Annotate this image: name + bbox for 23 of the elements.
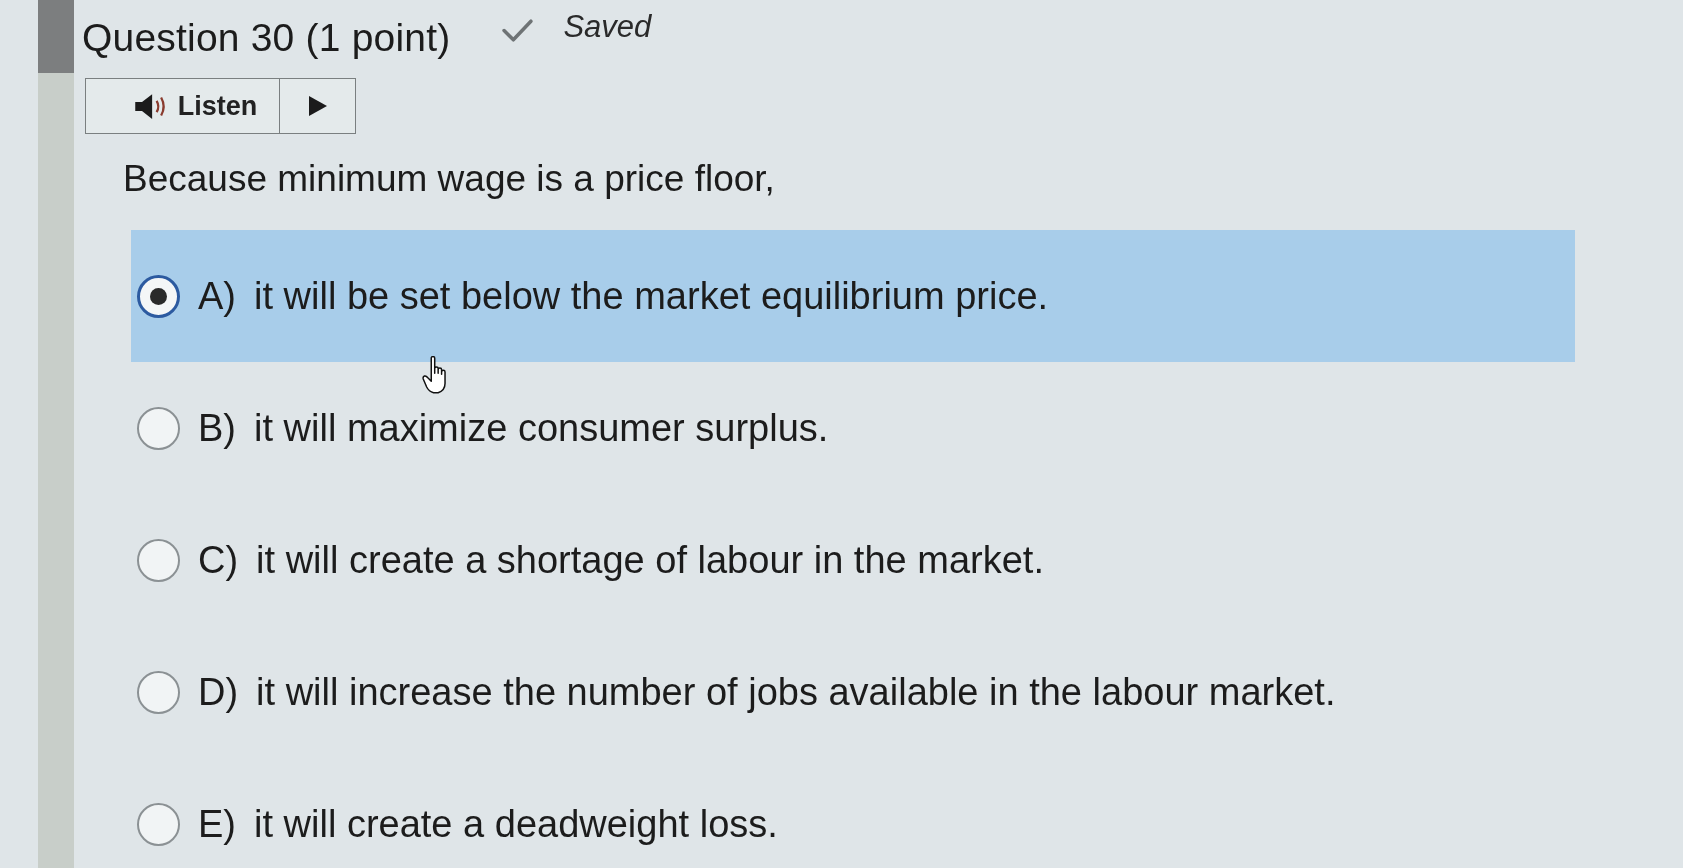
option-text[interactable]: it will create a deadweight loss. <box>254 802 778 846</box>
question-text: Because minimum wage is a price floor, <box>123 157 775 201</box>
option-letter: B) <box>198 406 236 450</box>
option-text[interactable]: it will increase the number of jobs available in the labour market. <box>256 670 1336 714</box>
option-letter: D) <box>198 670 239 714</box>
radio-button[interactable] <box>137 538 180 582</box>
radio-button[interactable] <box>137 670 180 714</box>
check-icon <box>502 17 534 43</box>
radio-button[interactable] <box>137 406 180 450</box>
option-text[interactable]: it will maximize consumer surplus. <box>254 406 829 450</box>
option-text[interactable]: it will be set below the market equilibrium price. <box>254 274 1049 318</box>
option-letter: A) <box>198 274 236 318</box>
question-title: Question 30 (1 point) <box>82 16 451 60</box>
play-button[interactable] <box>279 78 356 134</box>
radio-button[interactable] <box>137 274 180 318</box>
option-letter: C) <box>198 538 239 582</box>
option-letter: E) <box>198 802 236 846</box>
save-status: Saved <box>563 9 652 45</box>
listen-button[interactable]: Listen <box>85 78 280 134</box>
option-text[interactable]: it will create a shortage of labour in the market. <box>256 538 1044 582</box>
play-icon <box>307 95 328 117</box>
speaker-icon <box>133 92 168 120</box>
radio-button[interactable] <box>137 802 180 846</box>
